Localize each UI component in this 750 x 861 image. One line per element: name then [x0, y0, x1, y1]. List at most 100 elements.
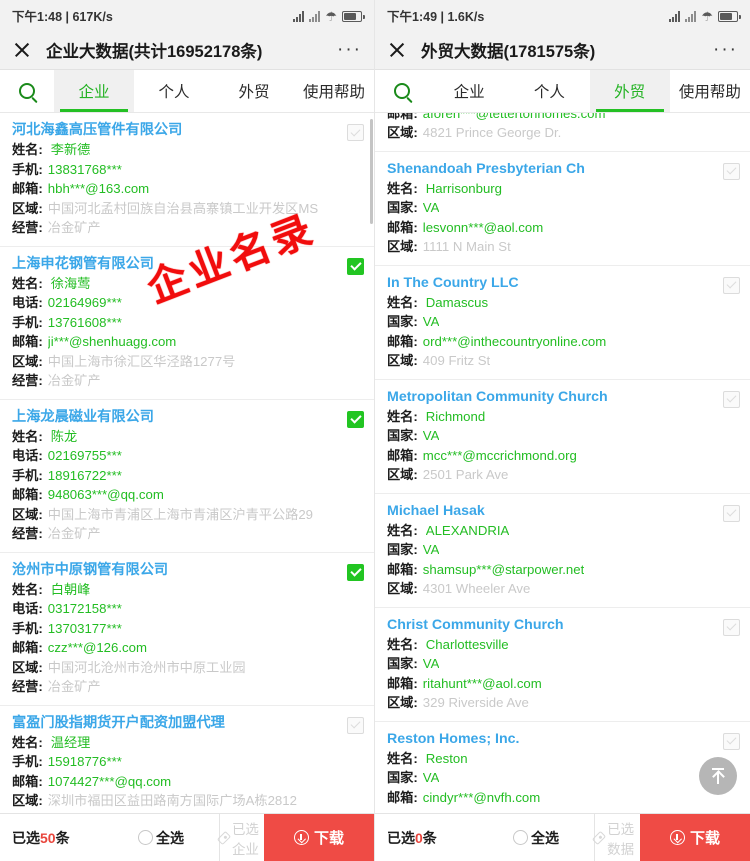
tab-personal[interactable]: 个人 [134, 70, 214, 112]
search-button[interactable] [0, 70, 54, 112]
field-row: 区域: 中国河北沧州市沧州市中原工业园 [12, 658, 362, 678]
row-checkbox[interactable] [347, 410, 364, 428]
selected-prefix: 已选 [387, 829, 415, 846]
row-checkbox[interactable] [723, 618, 740, 636]
field-row: 邮箱: ord***@inthecountryonline.com [387, 332, 738, 352]
left-phone-screen: 下午1:48 | 617K/s ☂ 企业大数据(共计16952178条) ···… [0, 0, 375, 861]
more-options-icon[interactable]: ··· [713, 40, 738, 59]
field-value: 冶金矿产 [47, 526, 101, 541]
field-value: VA [422, 770, 440, 785]
close-icon[interactable] [12, 40, 32, 60]
list-item[interactable]: 富盈门股指期货开户配资加盟代理 姓名: 温经理 手机: 15918776*** 邮箱: 10… [0, 705, 374, 813]
field-value: cindyr***@nvfh.com [422, 789, 541, 805]
field-row: 姓名: Richmond [387, 407, 738, 427]
field-row: 区域: 4301 Wheeler Ave [387, 579, 738, 599]
status-icons: ☂ [293, 8, 365, 23]
field-row: 区域: 中国上海市徐汇区华泾路1277号 [12, 352, 362, 372]
field-value: Richmond [425, 408, 486, 424]
search-button[interactable] [375, 70, 429, 112]
row-checkbox[interactable] [347, 257, 364, 275]
row-checkbox[interactable] [723, 390, 740, 408]
field-label: 区域: [12, 659, 43, 675]
selected-count: 已选 0 条 [375, 814, 513, 861]
select-all-radio[interactable] [513, 830, 528, 845]
tab-help[interactable]: 使用帮助 [294, 70, 374, 112]
tab-help[interactable]: 使用帮助 [670, 70, 750, 112]
field-row: 姓名: Charlottesville [387, 635, 738, 655]
field-row: 区域: 2501 Park Ave [387, 465, 738, 485]
list-item[interactable]: 上海申花钢管有限公司 姓名: 徐海莺 电话: 02164969*** 手机: 1376160… [0, 246, 374, 400]
tab-enterprise[interactable]: 企业 [429, 70, 509, 112]
row-checkbox[interactable] [723, 162, 740, 180]
field-label: 电话: [12, 448, 43, 463]
field-row: 经营: 冶金矿产 [12, 218, 362, 238]
field-label: 姓名: [12, 142, 43, 157]
select-all-control[interactable]: 全选 [513, 814, 595, 861]
tab-foreign-trade[interactable]: 外贸 [589, 70, 670, 112]
bottom-action-bar: 已选 50 条 全选 已选企业 下载 [0, 813, 374, 861]
right-phone-screen: 下午1:49 | 1.6K/s ☂ 外贸大数据(1781575条) ··· 企业… [375, 0, 750, 861]
field-value: 18916722*** [47, 467, 122, 483]
field-value: VA [422, 542, 440, 557]
row-checkbox[interactable] [347, 563, 364, 581]
list-item[interactable]: 河北海鑫高压管件有限公司 姓名: 李新德 手机: 13831768*** 邮箱: hbh**… [0, 113, 374, 247]
row-checkbox[interactable] [723, 504, 740, 522]
field-label: 姓名: [12, 275, 43, 291]
scroll-to-top-button[interactable] [699, 757, 737, 795]
list-item[interactable]: Shenandoah Presbyterian Ch 姓名: Harrisonbur… [375, 151, 750, 266]
list-item[interactable]: Reston Homes; Inc. 姓名: Reston 国家: VA 邮箱: cindy… [375, 721, 750, 813]
field-row: 电话: 03172158*** [12, 599, 362, 619]
list-scrollbar[interactable] [370, 119, 373, 224]
field-value: 15918776*** [47, 754, 122, 769]
tab-foreign-trade[interactable]: 外贸 [214, 70, 294, 112]
field-value: 13703177*** [47, 620, 122, 636]
field-row: 手机: 18916722*** [12, 466, 362, 486]
row-checkbox[interactable] [347, 716, 364, 734]
field-value: 白朝峰 [50, 581, 91, 597]
field-row: 经营: 冶金矿产 [12, 371, 362, 391]
select-all-control[interactable]: 全选 [138, 814, 220, 861]
field-label: 手机: [12, 314, 43, 330]
list-item[interactable]: 上海龙晨磁业有限公司 姓名: 陈龙 电话: 02169755*** 手机: 18916722… [0, 399, 374, 553]
field-value: 中国上海市青浦区上海市青浦区沪青平公路29 [47, 506, 314, 522]
row-checkbox[interactable] [347, 124, 364, 141]
foreign-trade-list[interactable]: 国家: VA 邮箱: aforeh***@tettertonhomes.com 区域: 4… [375, 113, 750, 813]
field-value: 2501 Park Ave [422, 467, 509, 482]
selected-enterprise-button[interactable]: 已选企业 [216, 814, 264, 861]
field-row: 区域: 4821 Prince George Dr. [387, 123, 738, 143]
field-row: 姓名: 陈龙 [12, 427, 362, 447]
close-icon[interactable] [387, 40, 407, 60]
field-value: Charlottesville [425, 636, 509, 652]
download-button[interactable]: 下载 [264, 814, 374, 861]
list-item[interactable]: In The Country LLC 姓名: Damascus 国家: VA 邮箱: ord… [375, 265, 750, 380]
status-icons: ☂ [669, 8, 741, 23]
field-value: lesvonn***@aol.com [422, 219, 544, 235]
field-label: 国家: [387, 770, 418, 785]
field-row: 手机: 13831768*** [12, 160, 362, 180]
list-item[interactable]: Michael Hasak 姓名: ALEXANDRIA 国家: VA 邮箱: shamsu… [375, 493, 750, 608]
field-row: 姓名: Reston [387, 749, 738, 769]
list-item[interactable]: Christ Community Church 姓名: Charlottesvill… [375, 607, 750, 722]
field-value: Reston [425, 750, 468, 766]
enterprise-list[interactable]: 河北海鑫高压管件有限公司 姓名: 李新德 手机: 13831768*** 邮箱: hbh**… [0, 113, 374, 813]
field-label: 邮箱: [387, 675, 418, 691]
more-options-icon[interactable]: ··· [337, 40, 362, 59]
field-label: 邮箱: [12, 181, 43, 196]
row-checkbox[interactable] [723, 276, 740, 294]
field-row: 国家: VA [387, 540, 738, 560]
field-value: 13831768*** [47, 161, 122, 177]
list-item[interactable]: 国家:VA邮箱:aforeh***@tettertonhomes.com区域:4… [375, 113, 750, 152]
row-checkbox[interactable] [723, 732, 740, 750]
list-item[interactable]: 沧州市中原钢管有限公司 姓名: 白朝峰 电话: 03172158*** 手机: 137031… [0, 552, 374, 706]
select-all-radio[interactable] [138, 830, 153, 845]
tab-enterprise[interactable]: 企业 [54, 70, 134, 112]
list-item[interactable]: Metropolitan Community Church 姓名: Richmond… [375, 379, 750, 494]
field-row: 姓名: 白朝峰 [12, 580, 362, 600]
field-label: 邮箱: [12, 487, 43, 502]
field-row: 邮箱: cindyr***@nvfh.com [387, 788, 738, 808]
selected-data-button[interactable]: 已选数据 [591, 814, 640, 861]
download-button[interactable]: 下载 [640, 814, 750, 861]
field-label: 邮箱: [387, 789, 418, 805]
field-value: 深圳市福田区益田路南方国际广场A栋2812 [47, 793, 297, 808]
tab-personal[interactable]: 个人 [509, 70, 589, 112]
